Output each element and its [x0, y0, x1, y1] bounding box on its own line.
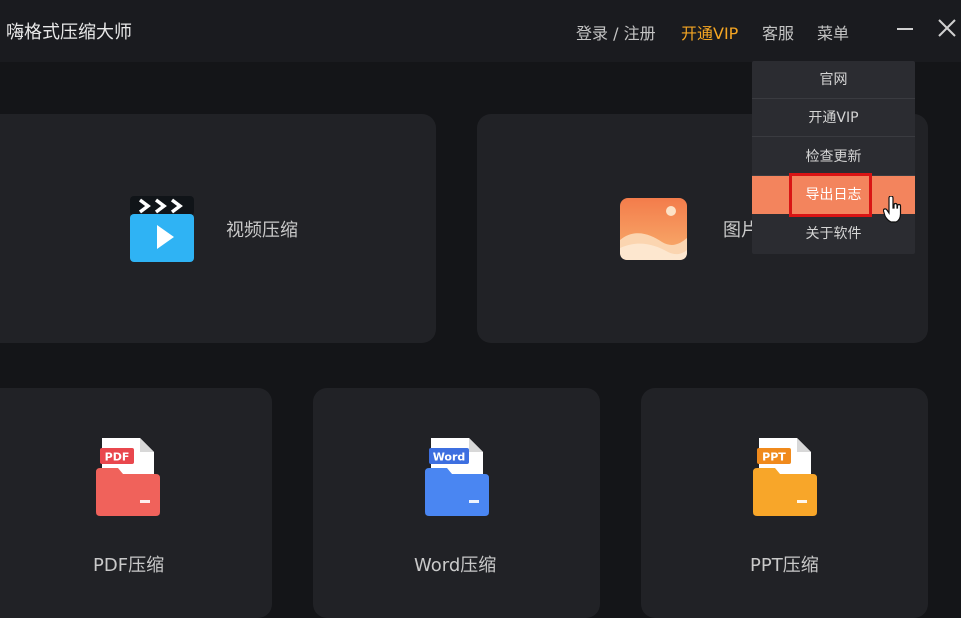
ppt-compress-card[interactable]: PPT PPT压缩 [641, 388, 928, 618]
customer-service-link[interactable]: 客服 [762, 20, 794, 44]
dropdown-menu: 官网 开通VIP 检查更新 导出日志 关于软件 [752, 61, 915, 254]
word-folder-icon: Word [425, 438, 489, 516]
hand-cursor-icon [883, 196, 902, 223]
ppt-compress-label: PPT压缩 [750, 555, 819, 576]
word-compress-label: Word压缩 [414, 555, 497, 576]
video-clapper-icon [130, 196, 194, 262]
menu-item-open-vip[interactable]: 开通VIP [752, 99, 915, 137]
login-register-link[interactable]: 登录 / 注册 [576, 20, 656, 44]
pdf-folder-icon: PDF [96, 438, 160, 516]
svg-text:PDF: PDF [105, 451, 130, 464]
pdf-compress-label: PDF压缩 [93, 555, 165, 576]
menu-item-check-update[interactable]: 检查更新 [752, 138, 915, 176]
highlight-box [789, 173, 872, 217]
open-vip-link[interactable]: 开通VIP [681, 20, 738, 44]
close-button[interactable] [932, 14, 961, 44]
video-compress-label: 视频压缩 [226, 220, 298, 241]
title-bar: 嗨格式压缩大师 登录 / 注册 开通VIP 客服 菜单 [0, 0, 961, 62]
minimize-button[interactable] [890, 14, 920, 44]
app-title: 嗨格式压缩大师 [6, 22, 132, 43]
word-compress-card[interactable]: Word Word压缩 [313, 388, 600, 618]
minimize-icon [897, 28, 913, 30]
svg-text:PPT: PPT [762, 451, 786, 464]
menu-item-website[interactable]: 官网 [752, 61, 915, 99]
close-icon [938, 19, 956, 37]
pdf-compress-card[interactable]: PDF PDF压缩 [0, 388, 272, 618]
image-landscape-icon [620, 198, 687, 260]
ppt-folder-icon: PPT [753, 438, 817, 516]
video-compress-card[interactable]: 视频压缩 [0, 114, 436, 343]
svg-text:Word: Word [433, 451, 466, 464]
menu-button[interactable]: 菜单 [817, 20, 849, 44]
